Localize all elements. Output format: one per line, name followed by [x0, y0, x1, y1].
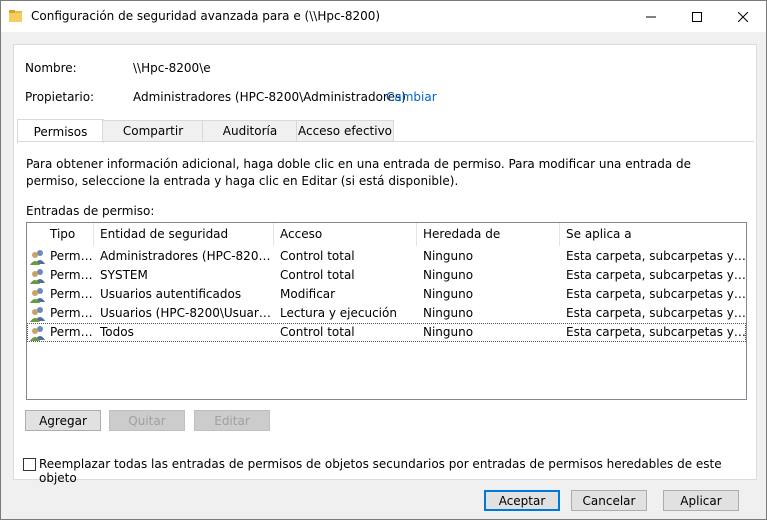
permission-entries-list[interactable]: Tipo Entidad de seguridad Acceso Heredad… — [26, 222, 747, 400]
edit-button[interactable]: Editar — [194, 410, 270, 431]
permission-entries-label: Entradas de permiso: — [26, 204, 155, 218]
tab-compartir[interactable]: Compartir — [102, 120, 204, 142]
cell-principal: Usuarios (HPC-8200\Usuarios) — [100, 306, 274, 320]
cell-applies: Esta carpeta, subcarpetas y archivos — [566, 325, 746, 339]
cell-inherited: Ninguno — [423, 268, 474, 282]
cell-inherited: Ninguno — [423, 287, 474, 301]
replace-permissions-checkbox[interactable] — [23, 458, 36, 471]
maximize-icon — [692, 11, 702, 22]
apply-button[interactable]: Aplicar — [663, 490, 739, 511]
accept-button[interactable]: Aceptar — [484, 490, 560, 511]
column-header-principal[interactable]: Entidad de seguridad — [94, 223, 274, 246]
name-label: Nombre: — [25, 61, 77, 75]
minimize-icon — [646, 16, 656, 17]
table-row[interactable]: Permitir Administradores (HPC-8200\Admin… — [27, 247, 746, 266]
cell-applies: Esta carpeta, subcarpetas y archivos — [566, 287, 746, 301]
cell-inherited: Ninguno — [423, 249, 474, 263]
advanced-security-window: Configuración de seguridad avanzada para… — [0, 0, 767, 520]
column-header-access[interactable]: Acceso — [274, 223, 417, 246]
description-text: Para obtener información adicional, haga… — [26, 157, 691, 188]
cell-access: Control total — [280, 268, 355, 282]
cell-applies: Esta carpeta, subcarpetas y archivos — [566, 268, 746, 282]
owner-value: Administradores (HPC-8200\Administradore… — [133, 90, 406, 104]
table-row[interactable]: Permitir SYSTEM Control total Ninguno Es… — [27, 266, 746, 285]
name-value: \\Hpc-8200\e — [133, 61, 211, 75]
add-button[interactable]: Agregar — [25, 410, 101, 431]
cancel-button[interactable]: Cancelar — [571, 490, 647, 511]
cell-type: Permitir — [50, 287, 94, 301]
close-button[interactable] — [720, 1, 766, 32]
cell-access: Modificar — [280, 287, 336, 301]
tab-acceso-efectivo[interactable]: Acceso efectivo — [296, 120, 394, 142]
remove-button[interactable]: Quitar — [109, 410, 185, 431]
cell-type: Permitir — [50, 249, 94, 263]
cell-type: Permitir — [50, 325, 94, 339]
cell-inherited: Ninguno — [423, 325, 474, 339]
column-header-applies[interactable]: Se aplica a — [560, 223, 746, 246]
table-row[interactable]: Permitir Usuarios (HPC-8200\Usuarios) Le… — [27, 304, 746, 323]
cell-type: Permitir — [50, 268, 94, 282]
title-bar[interactable]: Configuración de seguridad avanzada para… — [1, 1, 766, 32]
change-owner-link[interactable]: Cambiar — [386, 90, 437, 104]
maximize-button[interactable] — [674, 1, 720, 32]
tab-permisos[interactable]: Permisos — [17, 119, 104, 143]
cell-access: Control total — [280, 325, 355, 339]
cell-principal: Todos — [100, 325, 134, 339]
table-row[interactable]: Permitir Usuarios autentificados Modific… — [27, 285, 746, 304]
cell-inherited: Ninguno — [423, 306, 474, 320]
replace-permissions-label[interactable]: Reemplazar todas las entradas de permiso… — [39, 457, 754, 485]
cell-applies: Esta carpeta, subcarpetas y archivos — [566, 306, 746, 320]
list-header: Tipo Entidad de seguridad Acceso Heredad… — [27, 223, 746, 246]
cell-type: Permitir — [50, 306, 94, 320]
cell-principal: Usuarios autentificados — [100, 287, 242, 301]
permissions-tab-panel: Para obtener información adicional, haga… — [17, 141, 754, 485]
cell-principal: SYSTEM — [100, 268, 148, 282]
column-header-inherited[interactable]: Heredada de — [417, 223, 560, 246]
tab-auditoria[interactable]: Auditoría — [202, 120, 298, 142]
cell-principal: Administradores (HPC-8200\Administradore… — [100, 249, 274, 263]
minimize-button[interactable] — [628, 1, 674, 32]
close-icon — [738, 11, 748, 22]
folder-icon — [9, 10, 22, 22]
column-header-type[interactable]: Tipo — [44, 223, 94, 246]
cell-applies: Esta carpeta, subcarpetas y archivos — [566, 249, 746, 263]
cell-access: Control total — [280, 249, 355, 263]
dialog-content: Nombre: \\Hpc-8200\e Propietario: Admini… — [13, 44, 757, 485]
cell-access: Lectura y ejecución — [280, 306, 397, 320]
window-title: Configuración de seguridad avanzada para… — [31, 9, 381, 23]
owner-label: Propietario: — [25, 90, 95, 104]
table-row[interactable]: Permitir Todos Control total Ninguno Est… — [27, 323, 746, 342]
